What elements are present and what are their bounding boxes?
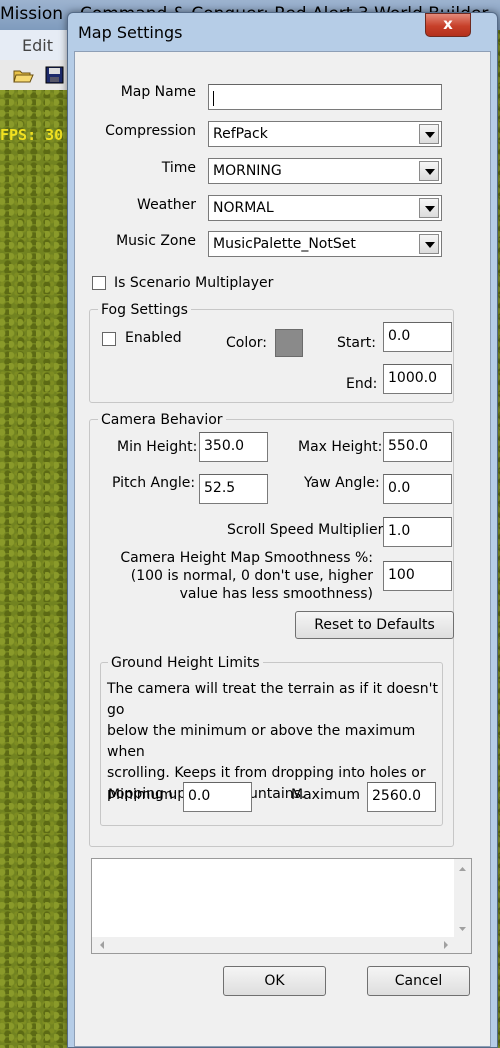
scenario-multiplayer-checkbox[interactable] (92, 276, 106, 290)
ground-max-input[interactable]: 2560.0 (367, 782, 436, 812)
map-settings-dialog: Map Settings x Map Name Compression RefP… (67, 12, 498, 1048)
cancel-button[interactable]: Cancel (367, 966, 470, 996)
ground-height-title: Ground Height Limits (108, 655, 263, 671)
close-button[interactable]: x (425, 13, 471, 37)
pitch-angle-label: Pitch Angle: (112, 475, 196, 491)
ground-min-input[interactable]: 0.0 (183, 782, 252, 812)
min-height-input[interactable]: 350.0 (199, 432, 268, 462)
ground-min-label: Minimum: (108, 787, 178, 803)
scroll-speed-label: Scroll Speed Multiplier: (227, 522, 388, 538)
scroll-speed-input[interactable]: 1.0 (383, 517, 452, 547)
description-line: The camera will treat the terrain as if … (107, 681, 439, 718)
fog-start-label: Start: (337, 335, 376, 351)
max-height-label: Max Height: (298, 439, 383, 455)
save-icon[interactable] (44, 65, 66, 85)
fog-end-label: End: (346, 376, 378, 392)
fps-counter: FPS: 30 (0, 126, 64, 144)
reset-defaults-button[interactable]: Reset to Defaults (295, 611, 454, 639)
smoothness-label-line: Camera Height Map Smoothness %: (120, 550, 373, 566)
fog-color-label: Color: (226, 335, 268, 351)
smoothness-label: Camera Height Map Smoothness %: (100 is … (95, 549, 373, 603)
compression-select[interactable]: RefPack (208, 121, 442, 147)
fog-start-input[interactable]: 0.0 (383, 322, 452, 352)
scrollbar-corner (454, 937, 471, 953)
min-height-label: Min Height: (117, 439, 198, 455)
dialog-client-area: Map Name Compression RefPack Time MORNIN… (74, 51, 491, 1047)
scroll-arrows-icon[interactable] (92, 937, 456, 953)
fog-enabled-checkbox[interactable] (102, 332, 116, 346)
map-name-label: Map Name (120, 84, 196, 100)
pitch-angle-input[interactable]: 52.5 (199, 474, 268, 504)
smoothness-input[interactable]: 100 (383, 561, 452, 591)
scenario-multiplayer-label: Is Scenario Multiplayer (114, 275, 274, 291)
dialog-title: Map Settings (78, 23, 183, 42)
chevron-down-icon[interactable] (419, 234, 439, 254)
max-height-input[interactable]: 550.0 (383, 432, 452, 462)
time-label: Time (161, 160, 196, 176)
smoothness-label-line: value has less smoothness) (179, 586, 373, 602)
description-line: below the minimum or above the maximum w… (107, 723, 416, 760)
smoothness-label-line: (100 is normal, 0 don't use, higher (130, 568, 373, 584)
fog-settings-title: Fog Settings (98, 302, 191, 318)
menu-edit[interactable]: Edit (22, 36, 53, 55)
fog-end-input[interactable]: 1000.0 (383, 364, 452, 394)
horizontal-scrollbar[interactable] (92, 937, 456, 953)
scroll-arrows-icon[interactable] (454, 859, 471, 939)
ok-button[interactable]: OK (223, 966, 326, 996)
notes-textarea[interactable] (91, 858, 472, 954)
ground-max-label: Maximum (291, 787, 360, 803)
app-toolbar (0, 60, 70, 90)
weather-label: Weather (137, 197, 196, 213)
fog-enabled-label: Enabled (125, 330, 182, 346)
music-zone-label: Music Zone (116, 233, 196, 249)
chevron-down-icon[interactable] (419, 161, 439, 181)
chevron-down-icon[interactable] (419, 124, 439, 144)
yaw-angle-input[interactable]: 0.0 (383, 474, 452, 504)
text-cursor (213, 90, 214, 106)
vertical-scrollbar[interactable] (454, 859, 471, 939)
compression-label: Compression (105, 123, 196, 139)
yaw-angle-label: Yaw Angle: (304, 475, 380, 491)
open-folder-icon[interactable] (12, 65, 34, 85)
description-line: scrolling. Keeps it from dropping into h… (107, 765, 426, 781)
map-name-input[interactable] (208, 84, 442, 110)
camera-behavior-title: Camera Behavior (98, 412, 226, 428)
app-menubar: Edit (0, 30, 70, 60)
fog-color-swatch[interactable] (275, 329, 303, 357)
music-zone-select[interactable]: MusicPalette_NotSet (208, 231, 442, 257)
chevron-down-icon[interactable] (419, 198, 439, 218)
time-select[interactable]: MORNING (208, 158, 442, 184)
weather-select[interactable]: NORMAL (208, 195, 442, 221)
